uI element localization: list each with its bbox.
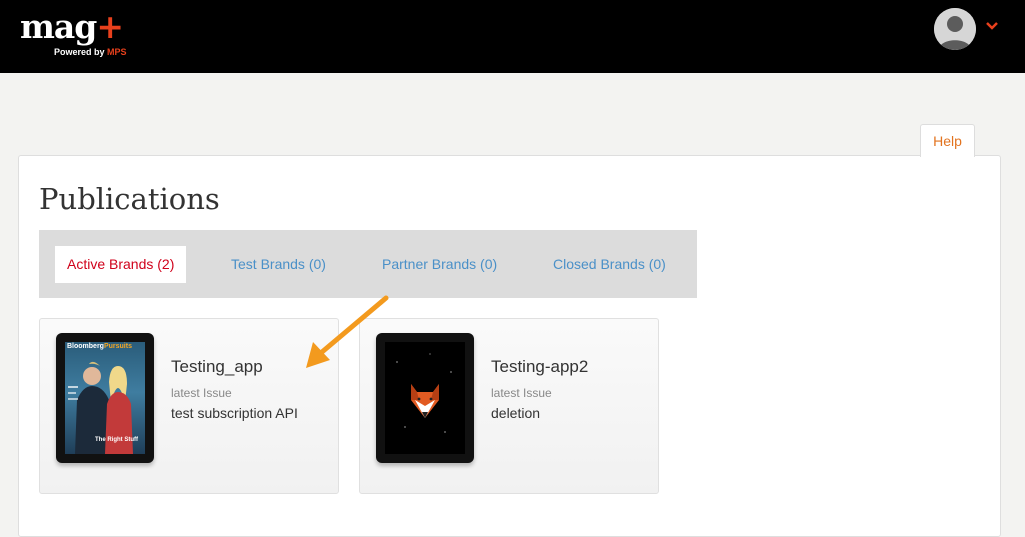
latest-issue-title: test subscription API — [171, 405, 298, 421]
logo-mps: MPS — [107, 47, 127, 57]
publication-card-testing-app[interactable]: BloombergPursuits The Right Stuff Testin… — [39, 318, 339, 494]
user-avatar-icon[interactable] — [934, 8, 976, 50]
arrow-annotation-icon — [306, 295, 389, 368]
logo-wordmark: mag+ — [20, 7, 124, 46]
publication-name: Testing_app — [171, 357, 263, 376]
tab-test-brands[interactable]: Test Brands (0) — [231, 246, 326, 283]
tab-closed-brands[interactable]: Closed Brands (0) — [553, 246, 666, 283]
publication-thumbnail: BloombergPursuits The Right Stuff — [56, 333, 154, 463]
chevron-down-icon[interactable] — [985, 20, 999, 32]
help-tab[interactable]: Help — [920, 124, 975, 157]
page-title: Publications — [39, 182, 220, 216]
logo-powered-by: Powered by MPS — [54, 47, 127, 57]
magazine-cover-image: BloombergPursuits The Right Stuff — [65, 342, 145, 454]
tab-partner-brands[interactable]: Partner Brands (0) — [382, 246, 497, 283]
latest-issue-label: latest Issue — [491, 386, 552, 400]
tab-active-brands[interactable]: Active Brands (2) — [55, 246, 187, 283]
publication-name: Testing-app2 — [491, 357, 589, 376]
latest-issue-label: latest Issue — [171, 386, 232, 400]
logo-plus-sign: + — [96, 7, 124, 46]
cover-headline: The Right Stuff — [95, 437, 138, 443]
publication-card-testing-app2[interactable]: Testing-app2 latest Issue deletion — [359, 318, 659, 494]
latest-issue-title: deletion — [491, 405, 541, 421]
top-navigation-bar: mag+ Powered by MPS — [0, 0, 1025, 73]
magplus-logo[interactable]: mag+ Powered by MPS — [20, 5, 140, 67]
cover-masthead: BloombergPursuits — [67, 343, 132, 350]
brand-tabs: Active Brands (2) Test Brands (0) Partne… — [39, 230, 697, 298]
